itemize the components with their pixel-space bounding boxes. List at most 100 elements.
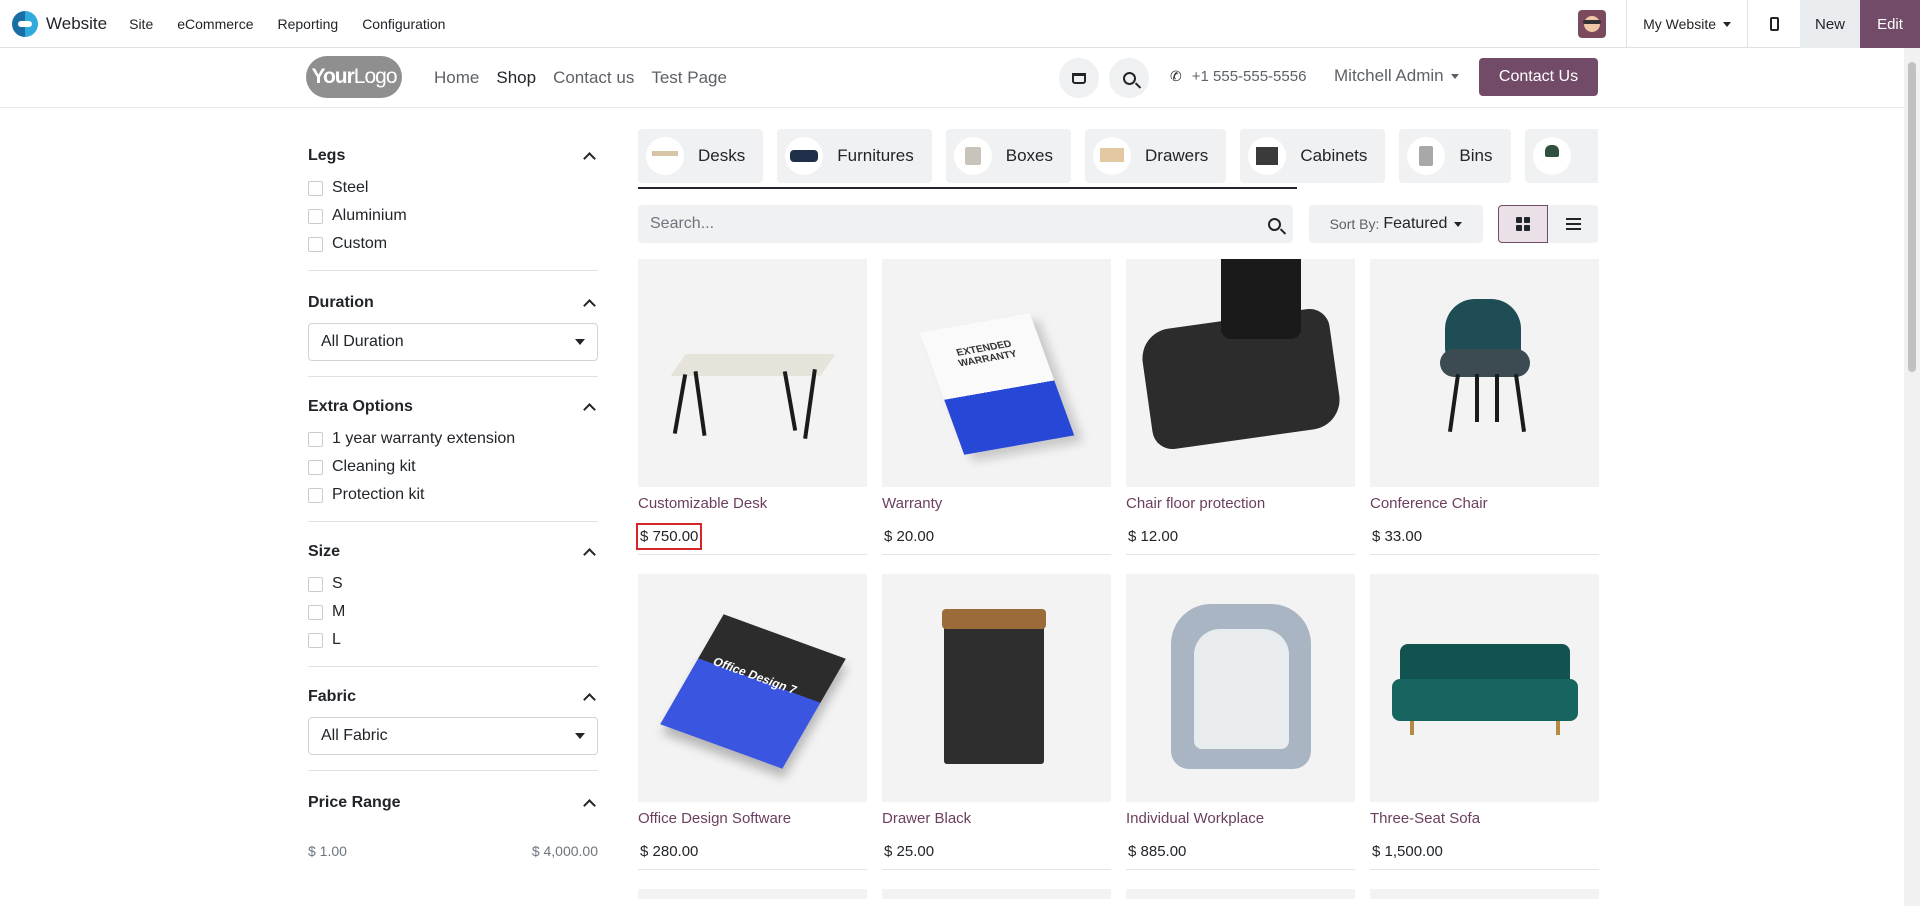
category-furnitures[interactable]: Furnitures (777, 129, 932, 183)
header-search-button[interactable] (1109, 58, 1149, 98)
category-desks[interactable]: Desks (638, 129, 764, 183)
product-card[interactable]: Chair floor protection $ 12.00 (1126, 259, 1355, 555)
checkbox[interactable] (308, 459, 323, 475)
product-card[interactable]: Office Design 7 Office Design Software $… (638, 574, 867, 870)
product-image[interactable] (1126, 889, 1355, 899)
product-name[interactable]: Individual Workplace (1126, 810, 1355, 832)
filter-legs: Legs Steel Aluminium Custom (308, 138, 598, 271)
scrollbar-thumb[interactable] (1908, 62, 1916, 372)
product-image[interactable] (638, 259, 867, 487)
menu-site[interactable]: Site (129, 16, 153, 32)
search-input[interactable] (650, 215, 1268, 233)
checkbox[interactable] (308, 632, 323, 648)
user-menu[interactable]: Mitchell Admin (1334, 66, 1459, 86)
grid-view-button[interactable] (1498, 205, 1548, 243)
product-card[interactable]: Customizable Desk $ 750.00 (635, 259, 867, 555)
product-card[interactable]: Conference Chair $ 33.00 (1370, 259, 1599, 555)
filter-header[interactable]: Legs (308, 138, 598, 174)
product-name[interactable]: Warranty (882, 495, 1111, 517)
product-name[interactable]: Drawer Black (882, 810, 1111, 832)
filter-option[interactable]: 1 year warranty extension (308, 425, 598, 453)
filter-option[interactable]: M (308, 598, 598, 626)
product-image[interactable] (1370, 574, 1599, 802)
product-image[interactable] (1126, 259, 1355, 487)
filter-header[interactable]: Price Range (308, 785, 598, 821)
filter-option[interactable]: Aluminium (308, 202, 598, 230)
filter-header[interactable]: Extra Options (308, 389, 598, 425)
website-selector[interactable]: My Website (1627, 0, 1747, 48)
product-card[interactable]: Individual Workplace $ 885.00 (1126, 574, 1355, 870)
category-boxes[interactable]: Boxes (945, 129, 1072, 183)
product-image[interactable]: EXTENDED WARRANTY (882, 259, 1111, 487)
filter-option[interactable]: L (308, 626, 598, 654)
product-image[interactable]: Office Design 7 (638, 574, 867, 802)
checkbox[interactable] (308, 431, 323, 447)
nav-contact-us[interactable]: Contact us (553, 68, 634, 88)
duration-select[interactable]: All Duration (308, 323, 598, 361)
product-name[interactable]: Chair floor protection (1126, 495, 1355, 517)
contact-us-button[interactable]: Contact Us (1479, 58, 1598, 96)
product-image[interactable] (1370, 259, 1599, 487)
checkbox[interactable] (308, 236, 323, 252)
mobile-preview-button[interactable] (1748, 0, 1800, 48)
cart-button[interactable] (1059, 58, 1099, 98)
menu-ecommerce[interactable]: eCommerce (177, 16, 253, 32)
product-image[interactable] (882, 574, 1111, 802)
filter-header[interactable]: Fabric (308, 679, 598, 715)
product-card[interactable]: EXTENDED WARRANTY Warranty $ 20.00 (882, 259, 1111, 555)
filter-option[interactable]: S (308, 570, 598, 598)
page-scrollbar[interactable] (1904, 48, 1920, 906)
sort-dropdown[interactable]: Sort By: Featured (1309, 205, 1483, 243)
option-label: Aluminium (332, 207, 407, 224)
nav-shop[interactable]: Shop (496, 68, 536, 88)
user-avatar[interactable] (1578, 10, 1607, 38)
list-view-button[interactable] (1548, 205, 1598, 243)
chevron-up-icon (583, 693, 596, 706)
checkbox[interactable] (308, 576, 323, 592)
category-lamps[interactable] (1524, 129, 1598, 183)
category-label: Furnitures (837, 146, 914, 165)
product-image[interactable] (638, 889, 867, 899)
price-range-values: $ 1.00 $ 4,000.00 (308, 843, 598, 859)
bin-thumbnail (1407, 137, 1446, 175)
logo-text-light: Logo (353, 65, 398, 88)
website-app-icon (12, 10, 38, 37)
menu-configuration[interactable]: Configuration (362, 16, 445, 32)
checkbox[interactable] (308, 208, 323, 224)
fabric-select[interactable]: All Fabric (308, 717, 598, 755)
product-image[interactable] (1370, 889, 1599, 899)
product-price: $ 750.00 (635, 523, 703, 550)
product-image[interactable] (882, 889, 1111, 899)
box-thumbnail (953, 137, 992, 175)
site-logo[interactable]: Your Logo (306, 56, 402, 98)
product-name[interactable]: Three-Seat Sofa (1370, 810, 1599, 832)
checkbox[interactable] (308, 604, 323, 620)
nav-home[interactable]: Home (434, 68, 479, 88)
search-icon[interactable] (1268, 217, 1281, 231)
product-card[interactable]: Drawer Black $ 25.00 (882, 574, 1111, 870)
product-price: $ 280.00 (640, 843, 699, 860)
filter-option[interactable]: Cleaning kit (308, 453, 598, 481)
menu-reporting[interactable]: Reporting (277, 16, 338, 32)
filter-option[interactable]: Steel (308, 174, 598, 202)
product-grid: Customizable Desk $ 750.00 EXTENDED WARR… (635, 259, 1599, 899)
nav-test-page[interactable]: Test Page (651, 68, 727, 88)
checkbox[interactable] (308, 180, 323, 196)
product-name[interactable]: Customizable Desk (638, 495, 867, 517)
new-button[interactable]: New (1800, 0, 1860, 48)
phone-link[interactable]: ✆ +1 555-555-5556 (1170, 68, 1306, 85)
category-cabinets[interactable]: Cabinets (1240, 129, 1386, 183)
product-name[interactable]: Conference Chair (1370, 495, 1599, 517)
filter-option[interactable]: Custom (308, 230, 598, 258)
filter-header[interactable]: Duration (308, 285, 598, 321)
product-image[interactable] (1126, 574, 1355, 802)
category-bins[interactable]: Bins (1399, 129, 1511, 183)
product-card[interactable]: Three-Seat Sofa $ 1,500.00 (1370, 574, 1599, 870)
category-drawers[interactable]: Drawers (1085, 129, 1227, 183)
product-name[interactable]: Office Design Software (638, 810, 867, 832)
app-logo[interactable]: Website (12, 10, 107, 37)
filter-option[interactable]: Protection kit (308, 481, 598, 509)
edit-button[interactable]: Edit (1860, 0, 1920, 48)
checkbox[interactable] (308, 487, 323, 503)
filter-header[interactable]: Size (308, 534, 598, 570)
